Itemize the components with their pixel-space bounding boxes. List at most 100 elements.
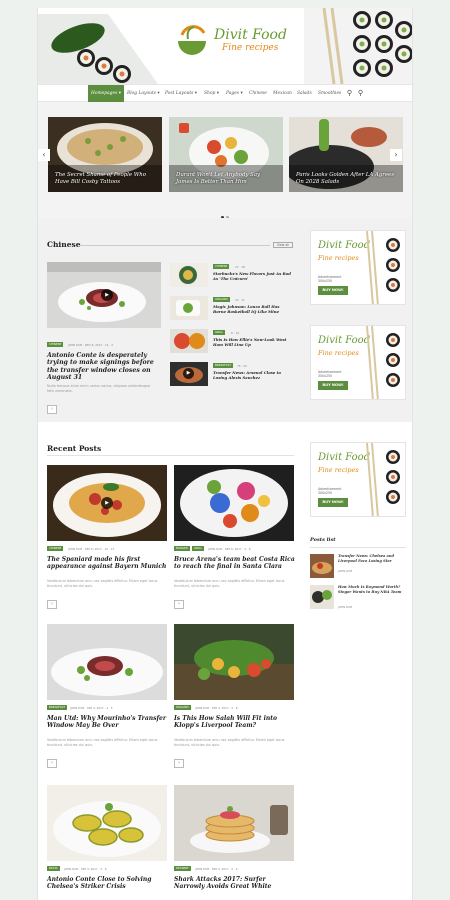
post-5-image[interactable]: [47, 785, 167, 861]
post-1-image[interactable]: ▶: [47, 465, 167, 541]
post-4-meta: JOHN DOE · SEP 4, 2017 · 2 · 8: [195, 706, 238, 710]
post-2-meta: JOHN DOE · SEP 6, 2017 · 5 · 8: [208, 547, 251, 551]
side-title-2[interactable]: Magic Johnson: Lonzo Ball Has Borne Bask…: [213, 304, 291, 314]
view-all-button[interactable]: View all: [273, 242, 293, 248]
post-4-read-more[interactable]: ›: [174, 759, 184, 768]
post-4-tag[interactable]: ORGANIC: [174, 705, 192, 710]
side-thumb-3[interactable]: [170, 329, 208, 353]
posts-list-item[interactable]: Transfer News: Chelsea and Liverpool Fac…: [310, 554, 410, 584]
sushi-board-image: [304, 8, 412, 84]
slider-next-arrow[interactable]: ›: [390, 149, 402, 161]
logo-title: Divit Food: [214, 27, 287, 43]
side-meta-2: 33 · 11: [235, 298, 245, 302]
post-5-tag[interactable]: PASTA: [47, 866, 60, 871]
nav-item-chinese[interactable]: Chinese: [246, 85, 270, 102]
ad-buy-button[interactable]: BUY NOW!: [318, 286, 348, 295]
chinese-main-excerpt: Nulla tempus enim enim varius varius, al…: [47, 384, 151, 394]
post-2-title[interactable]: Bruce Arena's team beat Costa Rica to re…: [174, 556, 296, 570]
side-thumb-1[interactable]: [170, 263, 208, 287]
chinese-main-title[interactable]: Antonio Conte is desperately trying to m…: [47, 352, 165, 382]
section-divider: [47, 455, 294, 456]
chinese-main-image[interactable]: ▶: [47, 262, 161, 328]
nav-item-pages[interactable]: Pages ▾: [223, 85, 246, 102]
side-thumb-4[interactable]: ▶: [170, 362, 208, 386]
ad-sushi-image: [366, 326, 400, 399]
section-divider: [310, 547, 406, 548]
post-1-tag[interactable]: CHINESE: [47, 546, 64, 551]
page: Divit Food Fine recipes Homepages ▾ Blog…: [37, 8, 413, 900]
nav-item-post-layouts[interactable]: Post Layouts ▾: [162, 85, 200, 102]
posts-list-item-title[interactable]: How Much Is Raymond Worth? Singer Wants …: [338, 585, 408, 595]
posts-list-item[interactable]: How Much Is Raymond Worth? Singer Wants …: [310, 585, 410, 615]
post-3-image[interactable]: [47, 624, 167, 700]
post-6-meta: JOHN DOE · SEP 4, 2017 · 5 · 4: [195, 867, 238, 871]
ad-sushi-image: [366, 231, 400, 304]
read-more-button[interactable]: ›: [47, 405, 57, 414]
side-thumb-2[interactable]: [170, 296, 208, 320]
post-6-title[interactable]: Shark Attacks 2017: Surfer Narrowly Avoi…: [174, 876, 296, 890]
slider-prev-arrow[interactable]: ‹: [38, 149, 50, 161]
posts-list-item-meta: JOHN DOE: [338, 605, 353, 609]
side-play-icon[interactable]: ▶: [183, 368, 194, 379]
slide-1-title[interactable]: The Secret Shame of People Who Have Bill…: [55, 172, 155, 186]
side-tag-2[interactable]: ORGANIC: [213, 297, 231, 302]
ad-banner-2[interactable]: Divit Food Fine recipes Advertisement 300…: [310, 325, 406, 400]
posts-list-thumb[interactable]: [310, 585, 334, 609]
post-4-title[interactable]: Is This How Salah Will Fit into Klopp's …: [174, 715, 296, 729]
nav-item-salads[interactable]: Salads: [294, 85, 315, 102]
side-tag-4[interactable]: BREAKFAST: [213, 363, 234, 368]
logo-subtitle: Fine recipes: [222, 43, 279, 53]
side-title-4[interactable]: Transfer News: Arsenal Close to Losing A…: [213, 370, 291, 380]
nav-item-homepages[interactable]: Homepages ▾: [88, 85, 124, 102]
nav-item-smoothies[interactable]: Smoothies: [315, 85, 344, 102]
sushi-plate-image: [38, 14, 158, 84]
post-1-excerpt: Vestibulum bibendum arcu nec sagittis ef…: [47, 579, 158, 589]
post-5-title[interactable]: Antonio Conte Close to Solving Chelsea's…: [47, 876, 169, 890]
ad-buy-button[interactable]: BUY NOW!: [318, 498, 348, 507]
play-icon[interactable]: ▶: [101, 289, 113, 301]
post-1-read-more[interactable]: ›: [47, 600, 57, 609]
post-1-title[interactable]: The Spaniard made his first appearance a…: [47, 556, 169, 570]
post-2-tag-2[interactable]: GRILL: [192, 546, 205, 551]
post-3-read-more[interactable]: ›: [47, 759, 57, 768]
post-6-image[interactable]: [174, 785, 294, 861]
post-2-tag[interactable]: BURGER: [174, 546, 190, 551]
image-carousel-dots: [143, 533, 159, 541]
category-tag[interactable]: CHINESE: [47, 342, 64, 347]
post-3-tag[interactable]: BREAKFAST: [47, 705, 68, 710]
recent-posts-section: Recent Posts ▶ CHINESE JOHN DOE · SEP 6,…: [38, 422, 412, 900]
ad-banner-1[interactable]: Divit Food Fine recipes Advertisement 300…: [310, 230, 406, 305]
search-icon[interactable]: ⚲: [356, 89, 365, 98]
post-6-tag[interactable]: DESSERT: [174, 866, 191, 871]
post-2-read-more[interactable]: ›: [174, 600, 184, 609]
slide-1[interactable]: The Secret Shame of People Who Have Bill…: [48, 117, 162, 192]
nav-item-mexican[interactable]: Mexican: [270, 85, 295, 102]
nav-item-shop[interactable]: Shop ▾: [201, 85, 222, 102]
slide-2-title[interactable]: Durant Won't Let Anybody Say James Is Be…: [176, 172, 276, 186]
recent-posts-title: Recent Posts: [47, 444, 102, 453]
cart-icon[interactable]: ⚲: [345, 89, 354, 98]
side-tag-3[interactable]: GRILL: [213, 330, 226, 335]
nav-item-blog-layouts[interactable]: Blog Layouts ▾: [124, 85, 163, 102]
main-nav: Homepages ▾ Blog Layouts ▾ Post Layouts …: [38, 84, 412, 102]
slide-3-title[interactable]: Paris Looks Golden After LA Agrees On 20…: [296, 172, 396, 186]
posts-list-item-title[interactable]: Transfer News: Chelsea and Liverpool Fac…: [338, 554, 408, 564]
ad-subtitle: Fine recipes: [318, 254, 359, 262]
site-logo[interactable]: Divit Food Fine recipes: [174, 25, 287, 59]
slide-3[interactable]: Paris Looks Golden After LA Agrees On 20…: [289, 117, 403, 192]
side-title-1[interactable]: Starbucks's New Flavors Just As Bad As '…: [213, 271, 291, 281]
post-3-title[interactable]: Man Utd: Why Mourinho's Transfer Window …: [47, 715, 169, 729]
section-divider: [80, 245, 270, 246]
play-icon[interactable]: ▶: [101, 497, 113, 509]
logo-bowl-icon: [178, 25, 206, 55]
post-4-image[interactable]: [174, 624, 294, 700]
slide-2[interactable]: Durant Won't Let Anybody Say James Is Be…: [169, 117, 283, 192]
ad-label: Advertisement 300x250: [318, 487, 342, 496]
post-2-excerpt: Vestibulum bibendum arcu nec sagittis ef…: [174, 579, 285, 589]
ad-banner-3[interactable]: Divit Food Fine recipes Advertisement 300…: [310, 442, 406, 517]
post-2-image[interactable]: [174, 465, 294, 541]
ad-buy-button[interactable]: BUY NOW!: [318, 381, 348, 390]
side-tag-1[interactable]: CHINESE: [213, 264, 230, 269]
side-title-3[interactable]: This Is How Ellie's New-Look West Ham Wi…: [213, 337, 291, 347]
posts-list-thumb[interactable]: [310, 554, 334, 578]
